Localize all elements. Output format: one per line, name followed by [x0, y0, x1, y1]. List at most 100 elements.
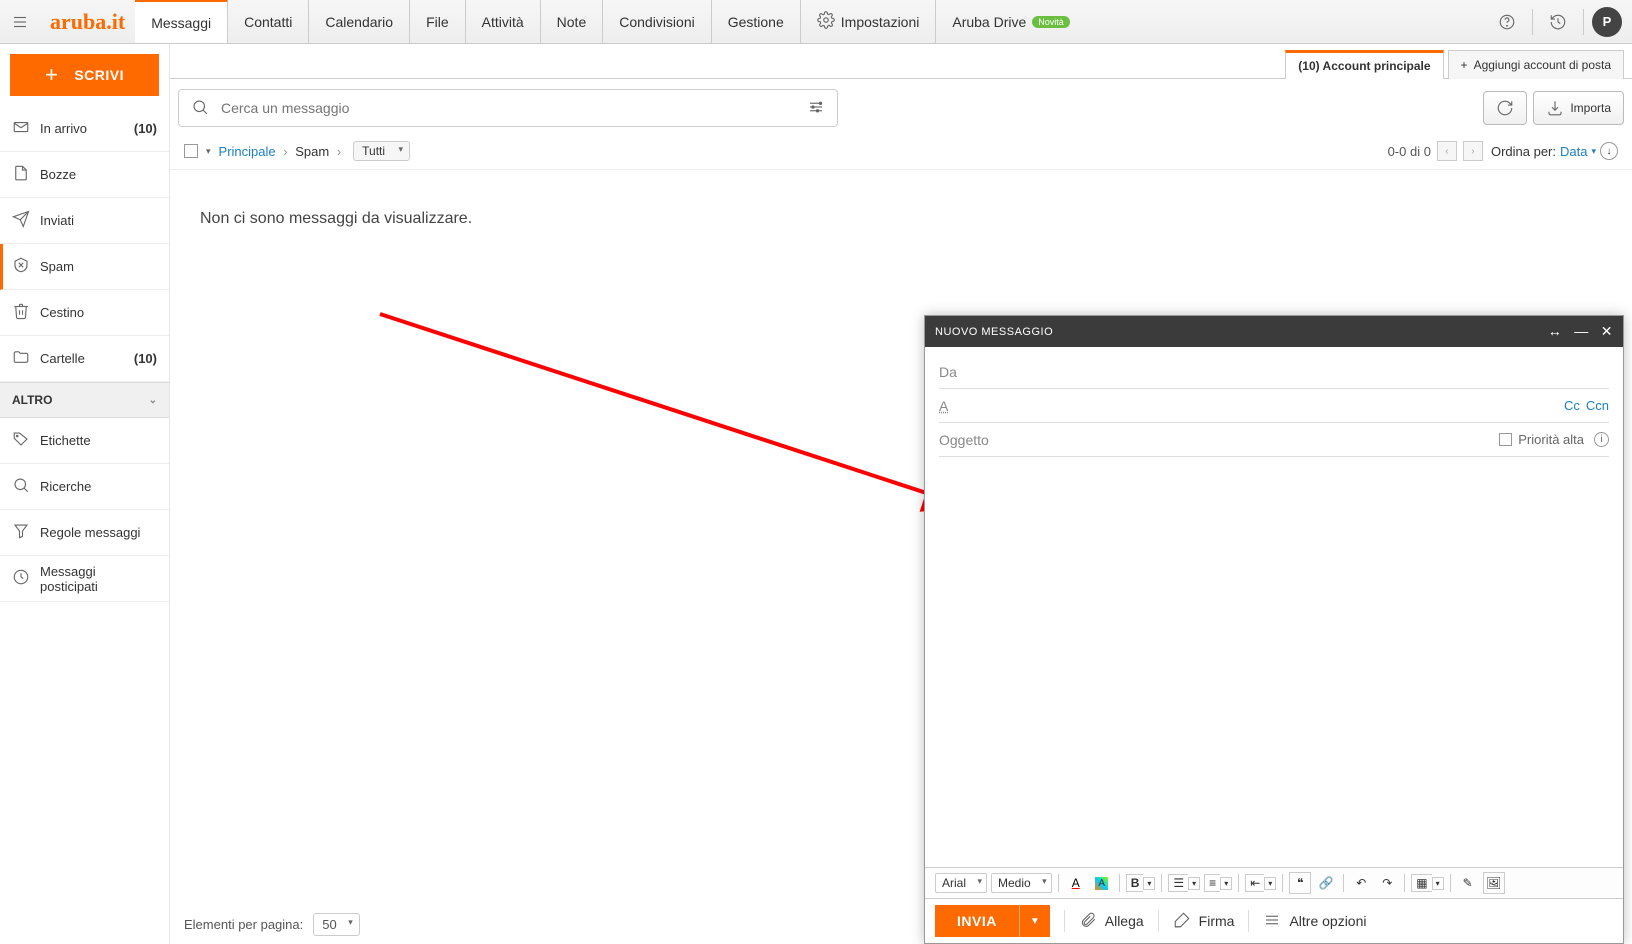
- sidebar-ricerche[interactable]: Ricerche: [0, 464, 169, 510]
- close-icon[interactable]: ✕: [1601, 323, 1613, 340]
- undo-icon[interactable]: ↶: [1350, 872, 1372, 894]
- sidebar-section-altro[interactable]: ALTRO ⌄: [0, 382, 169, 418]
- send-button[interactable]: INVIA: [935, 905, 1019, 937]
- refresh-button[interactable]: [1483, 91, 1527, 125]
- tab-file[interactable]: File: [410, 0, 466, 43]
- search-options-icon[interactable]: [807, 98, 825, 119]
- hamburger-menu[interactable]: [0, 13, 40, 31]
- items-per-page-value: 50: [322, 917, 336, 932]
- compose-editor[interactable]: [939, 457, 1609, 867]
- item-label: Etichette: [40, 433, 91, 448]
- page-next[interactable]: ›: [1463, 141, 1483, 161]
- chevron-down-icon: ⌄: [149, 395, 157, 406]
- page-prev[interactable]: ‹: [1437, 141, 1457, 161]
- tab-label: Messaggi: [151, 15, 211, 31]
- sidebar-posticipati[interactable]: Messaggi posticipati: [0, 556, 169, 602]
- from-row: Da: [939, 355, 1609, 389]
- info-icon[interactable]: i: [1594, 432, 1609, 447]
- sidebar-regole[interactable]: Regole messaggi: [0, 510, 169, 556]
- plus-icon: +: [45, 62, 58, 88]
- align-split[interactable]: ≡▾: [1204, 874, 1232, 892]
- sidebar-etichette[interactable]: Etichette: [0, 418, 169, 464]
- breadcrumb-sep: ›: [283, 144, 287, 159]
- priority-label: Priorità alta: [1518, 432, 1584, 447]
- folder-label: Inviati: [40, 213, 74, 228]
- link-icon[interactable]: 🔗: [1315, 872, 1337, 894]
- redo-icon[interactable]: ↷: [1376, 872, 1398, 894]
- folder-label: Cestino: [40, 305, 84, 320]
- cc-link[interactable]: Cc: [1564, 398, 1580, 413]
- bullet-list-split[interactable]: ☰▾: [1168, 874, 1200, 892]
- folder-trash[interactable]: Cestino: [0, 290, 169, 336]
- checkbox-dropdown[interactable]: ▾: [206, 146, 211, 157]
- add-account-button[interactable]: + Aggiungi account di posta: [1448, 50, 1624, 79]
- folder-drafts[interactable]: Bozze: [0, 152, 169, 198]
- footer: Elementi per pagina: 50: [184, 913, 360, 936]
- compose-button[interactable]: + SCRIVI: [10, 54, 159, 96]
- filter-value: Tutti: [362, 144, 385, 158]
- tab-gestione[interactable]: Gestione: [712, 0, 801, 43]
- subject-row[interactable]: Oggetto Priorità alta i: [939, 423, 1609, 457]
- folder-label: Spam: [40, 259, 74, 274]
- folder-count: (10): [134, 351, 157, 366]
- font-dropdown[interactable]: Arial: [935, 873, 987, 893]
- select-all-checkbox[interactable]: [184, 144, 198, 158]
- search-box[interactable]: [178, 89, 838, 127]
- tab-attivita[interactable]: Attività: [466, 0, 541, 43]
- bold-split[interactable]: B▾: [1126, 874, 1156, 892]
- indent-split[interactable]: ⇤▾: [1245, 874, 1276, 892]
- breadcrumb-root[interactable]: Principale: [219, 144, 276, 159]
- tab-contatti[interactable]: Contatti: [228, 0, 309, 43]
- folder-inbox[interactable]: In arrivo (10): [0, 106, 169, 152]
- sort-field-arrow[interactable]: ▾: [1591, 146, 1596, 157]
- format-toolbar: Arial Medio A A B▾ ☰▾ ≡▾ ⇤▾ ❝ 🔗 ↶ ↷ ▦▾ ✎…: [925, 867, 1623, 898]
- tab-aruba-drive[interactable]: Aruba Drive Novità: [936, 0, 1085, 43]
- expand-icon[interactable]: ↔: [1548, 323, 1563, 340]
- breadcrumb: Principale › Spam ›: [219, 144, 346, 159]
- compose-header[interactable]: NUOVO MESSAGGIO ↔ — ✕: [925, 316, 1623, 347]
- tab-calendario[interactable]: Calendario: [309, 0, 410, 43]
- priority-control[interactable]: Priorità alta i: [1499, 432, 1609, 447]
- account-tab-main[interactable]: (10) Account principale: [1285, 50, 1443, 79]
- folder-sent[interactable]: Inviati: [0, 198, 169, 244]
- divider: [1532, 9, 1533, 35]
- divider: [1583, 9, 1584, 35]
- send-dropdown[interactable]: ▼: [1019, 905, 1050, 937]
- table-split[interactable]: ▦▾: [1411, 874, 1443, 892]
- filter-dropdown[interactable]: Tutti: [353, 141, 410, 161]
- import-button[interactable]: Importa: [1533, 91, 1624, 125]
- folder-folders[interactable]: Cartelle (10): [0, 336, 169, 382]
- minimize-icon[interactable]: —: [1574, 323, 1589, 340]
- folder-label: In arrivo: [40, 121, 87, 136]
- quote-icon[interactable]: ❝: [1289, 872, 1311, 894]
- sort-field[interactable]: Data: [1560, 144, 1587, 159]
- signature-button[interactable]: Firma: [1173, 911, 1235, 932]
- tab-messaggi[interactable]: Messaggi: [135, 0, 228, 43]
- priority-checkbox[interactable]: [1499, 433, 1512, 446]
- size-dropdown[interactable]: Medio: [991, 873, 1052, 893]
- to-label: A: [939, 398, 1009, 414]
- to-row[interactable]: A Cc Ccn: [939, 389, 1609, 423]
- search-input[interactable]: [221, 100, 795, 116]
- tab-condivisioni[interactable]: Condivisioni: [603, 0, 711, 43]
- avatar[interactable]: P: [1592, 7, 1622, 37]
- items-per-page-dropdown[interactable]: 50: [313, 913, 359, 936]
- clear-format-icon[interactable]: ✎: [1457, 872, 1479, 894]
- tab-label: Note: [557, 14, 587, 30]
- tab-note[interactable]: Note: [541, 0, 604, 43]
- help-icon[interactable]: [1490, 5, 1524, 39]
- text-color-icon[interactable]: A: [1065, 872, 1087, 894]
- sort-direction[interactable]: ↓: [1600, 142, 1618, 160]
- highlight-icon[interactable]: A: [1091, 872, 1113, 894]
- folder-spam[interactable]: Spam: [0, 244, 169, 290]
- more-options-button[interactable]: Altre opzioni: [1263, 911, 1366, 932]
- tab-label: File: [426, 14, 449, 30]
- history-icon[interactable]: [1541, 5, 1575, 39]
- folder-label: Bozze: [40, 167, 76, 182]
- tab-impostazioni[interactable]: Impostazioni: [801, 0, 937, 43]
- new-badge: Novità: [1032, 16, 1070, 28]
- ccn-link[interactable]: Ccn: [1586, 398, 1609, 413]
- breadcrumb-current: Spam: [295, 144, 329, 159]
- image-icon[interactable]: 🖼: [1483, 872, 1505, 894]
- attach-button[interactable]: Allega: [1079, 911, 1144, 932]
